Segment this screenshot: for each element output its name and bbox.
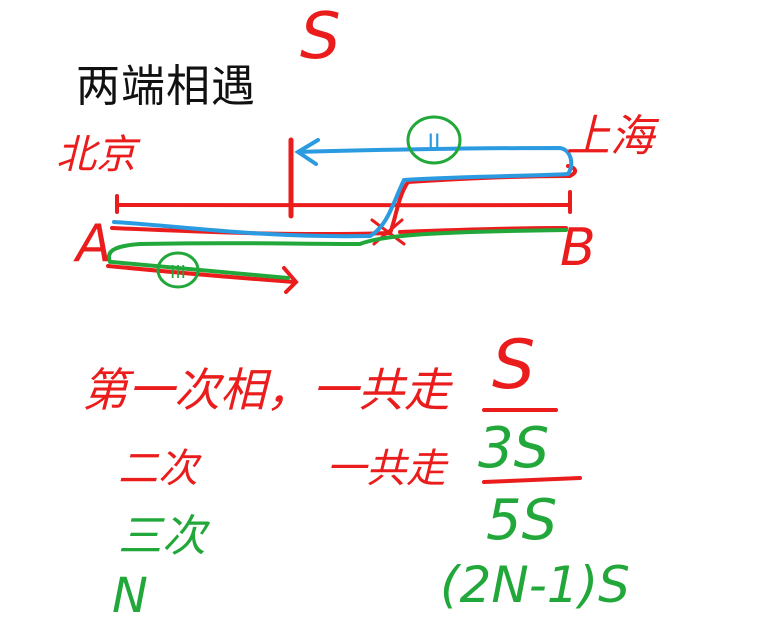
city-left: 北京 [56,132,136,178]
blue-path [112,145,574,239]
point-b: B [560,218,596,278]
line-3-label: 三次 [118,511,206,562]
line-2-label-right: 一共走 [326,446,446,492]
line-2-label: 二次 [118,446,198,492]
line-1-value: S [492,326,536,405]
line-2-value: 3S [478,416,550,481]
city-right: 上海 [566,111,654,162]
page-title: 两端相遇 [76,61,256,112]
line-4-value: (2N-1)S [440,556,630,614]
blue-circle-label: II [428,131,441,156]
line-4-label: N [112,568,148,624]
line-3-value: 5S [486,488,558,553]
point-a: A [76,214,112,274]
ab-distance-segment [115,190,572,214]
distance-label: S [300,0,341,74]
green-circle-label: III [170,262,186,283]
line-1-label: 第一次相，一共走 [82,363,450,417]
